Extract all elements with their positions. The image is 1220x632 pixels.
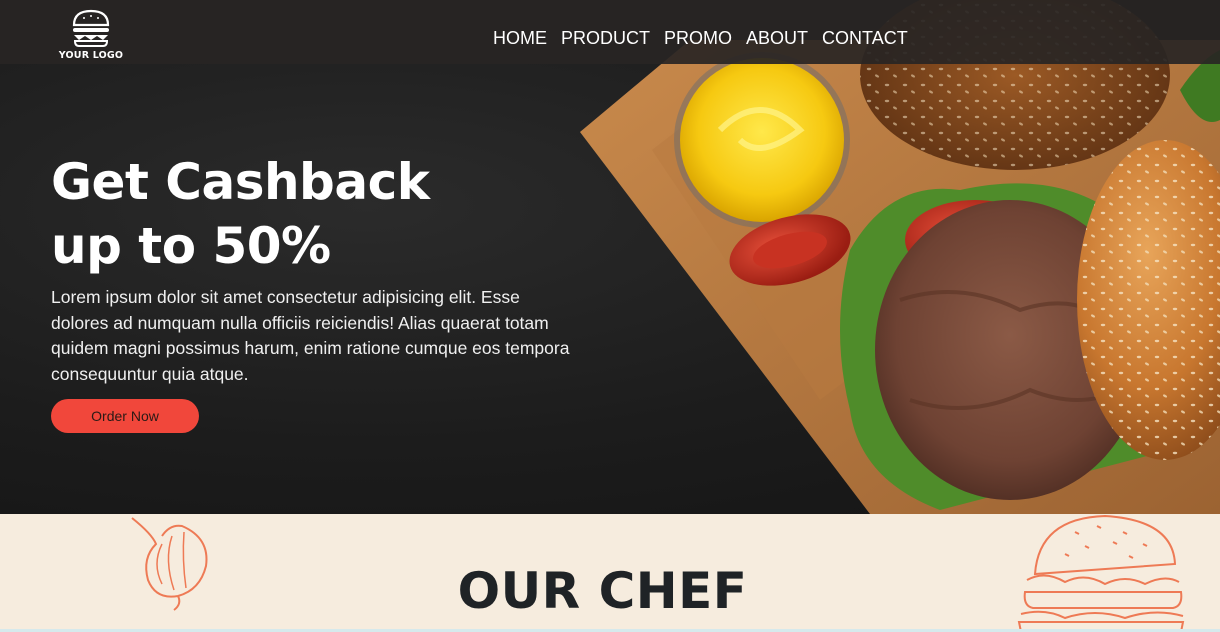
hero-headline: Get Cashback up to 50% [51,150,430,278]
nav-about[interactable]: ABOUT [746,27,808,49]
site-header: YOUR LOGO HOME PRODUCT PROMO ABOUT CONTA… [0,0,1220,64]
nav-product[interactable]: PRODUCT [561,27,650,49]
hero-headline-line1: Get Cashback [51,153,430,211]
logo-text: YOUR LOGO [58,50,124,61]
nav-contact[interactable]: CONTACT [822,27,908,49]
main-nav: HOME PRODUCT PROMO ABOUT CONTACT [493,27,922,49]
chef-section-title: OUR CHEF [457,562,748,620]
nav-promo[interactable]: PROMO [664,27,732,49]
hero-description: Lorem ipsum dolor sit amet consectetur a… [51,287,570,384]
site-logo[interactable]: YOUR LOGO [58,9,124,61]
hero-headline-line2: up to 50% [51,217,331,275]
order-now-button[interactable]: Order Now [51,399,199,433]
nav-home[interactable]: HOME [493,27,547,49]
burger-logo-icon [72,9,110,47]
